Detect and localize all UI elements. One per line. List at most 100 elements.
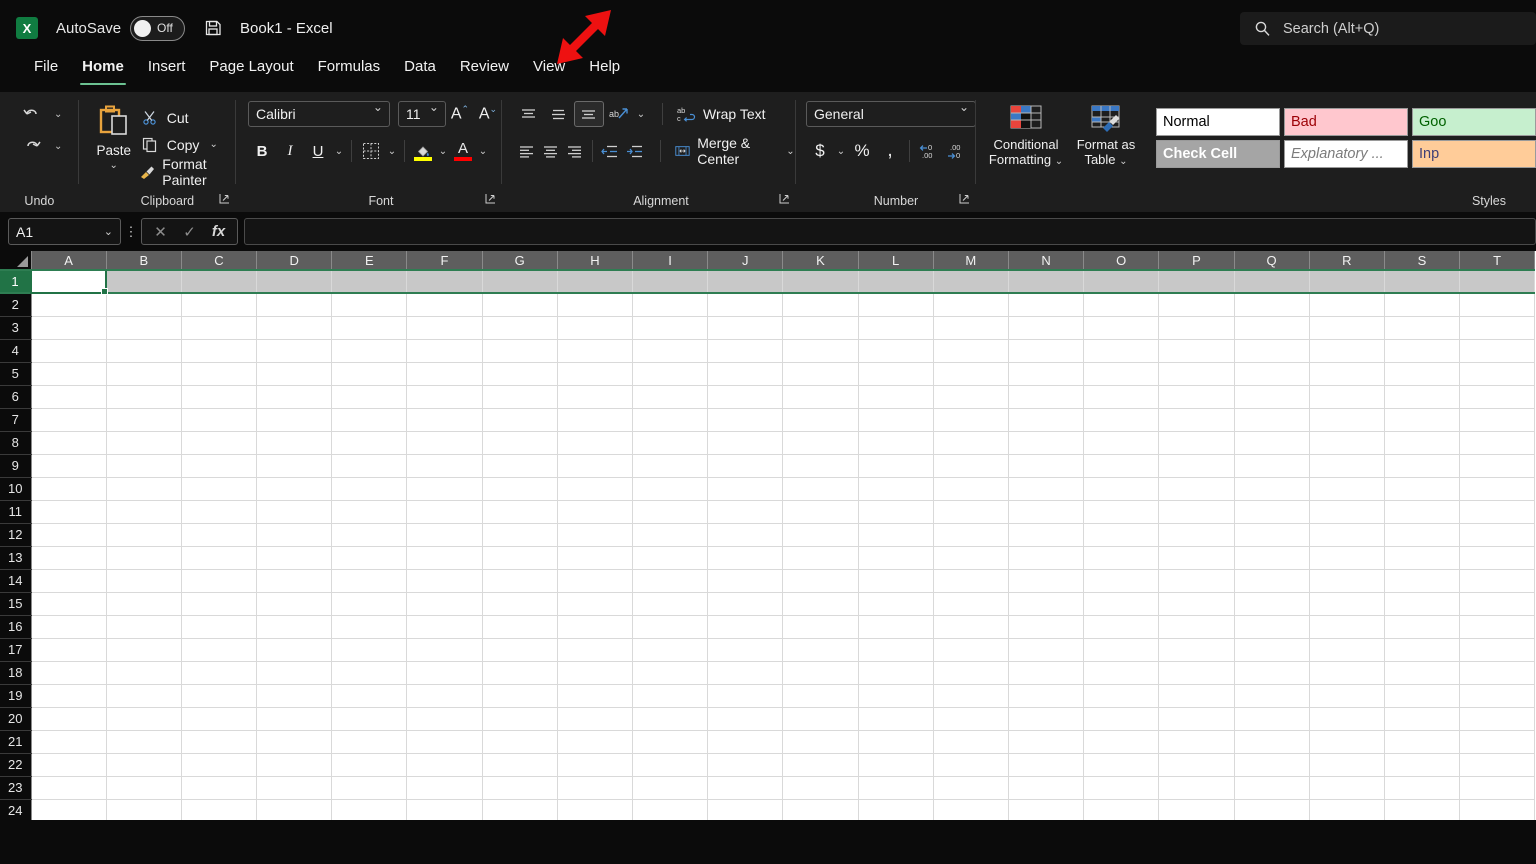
cell-s9[interactable] [1384,454,1459,477]
cell-q22[interactable] [1234,753,1309,776]
cell-t12[interactable] [1460,523,1535,546]
cell-n4[interactable] [1008,339,1083,362]
cell-e17[interactable] [332,638,407,661]
row-header-16[interactable]: 16 [0,615,31,638]
cell-f23[interactable] [407,776,482,799]
cell-r3[interactable] [1309,316,1384,339]
cell-l7[interactable] [858,408,933,431]
chevron-down-icon[interactable]: ⌄ [1119,156,1127,167]
cell-d24[interactable] [257,799,332,820]
cell-l3[interactable] [858,316,933,339]
cell-r9[interactable] [1309,454,1384,477]
chevron-down-icon[interactable]: ⌄ [54,109,62,120]
cell-c9[interactable] [181,454,256,477]
cell-b21[interactable] [106,730,181,753]
column-header-d[interactable]: D [257,251,332,270]
tab-help[interactable]: Help [577,56,632,84]
cell-o21[interactable] [1084,730,1159,753]
cell-f18[interactable] [407,661,482,684]
percent-style-button[interactable]: % [848,138,876,164]
comma-style-button[interactable]: , [876,138,904,164]
tab-home[interactable]: Home [70,56,136,84]
cell-c15[interactable] [181,592,256,615]
cell-e3[interactable] [332,316,407,339]
column-header-m[interactable]: M [933,251,1008,270]
cell-r19[interactable] [1309,684,1384,707]
decrease-indent-button[interactable] [598,138,622,164]
cell-d4[interactable] [257,339,332,362]
cell-d1[interactable] [257,270,332,293]
row-header-3[interactable]: 3 [0,316,31,339]
cell-l5[interactable] [858,362,933,385]
cell-a20[interactable] [31,707,106,730]
cell-s8[interactable] [1384,431,1459,454]
align-middle-button[interactable] [544,101,574,127]
cell-q3[interactable] [1234,316,1309,339]
cell-style-good[interactable]: Goo [1412,108,1536,136]
cell-k22[interactable] [783,753,858,776]
cell-d21[interactable] [257,730,332,753]
cell-b19[interactable] [106,684,181,707]
row-header-14[interactable]: 14 [0,569,31,592]
cell-b12[interactable] [106,523,181,546]
number-dialog-launcher[interactable] [959,193,970,207]
cell-q21[interactable] [1234,730,1309,753]
cell-t22[interactable] [1460,753,1535,776]
cell-r6[interactable] [1309,385,1384,408]
cell-e16[interactable] [332,615,407,638]
cell-k2[interactable] [783,293,858,316]
cell-c19[interactable] [181,684,256,707]
cell-j10[interactable] [708,477,783,500]
cell-d15[interactable] [257,592,332,615]
cell-n21[interactable] [1008,730,1083,753]
cell-g21[interactable] [482,730,557,753]
cell-e5[interactable] [332,362,407,385]
cell-a17[interactable] [31,638,106,661]
cell-d14[interactable] [257,569,332,592]
cell-a8[interactable] [31,431,106,454]
cell-j14[interactable] [708,569,783,592]
cell-i2[interactable] [633,293,708,316]
align-bottom-button[interactable] [574,101,604,127]
chevron-down-icon[interactable]: ⌄ [104,225,113,238]
insert-function-icon[interactable]: fx [204,223,233,240]
cell-k23[interactable] [783,776,858,799]
format-painter-button[interactable]: Format Painter [139,158,236,185]
cell-o10[interactable] [1084,477,1159,500]
row-header-13[interactable]: 13 [0,546,31,569]
cell-h16[interactable] [557,615,632,638]
align-top-button[interactable] [514,101,544,127]
cell-j12[interactable] [708,523,783,546]
cell-f5[interactable] [407,362,482,385]
cell-k6[interactable] [783,385,858,408]
cell-h15[interactable] [557,592,632,615]
cell-p24[interactable] [1159,799,1234,820]
cell-b22[interactable] [106,753,181,776]
cell-g16[interactable] [482,615,557,638]
cell-styles-gallery[interactable]: Normal Bad Goo Check Cell Explanatory ..… [1156,102,1536,168]
column-header-s[interactable]: S [1384,251,1459,270]
name-box[interactable]: A1 ⌄ [8,218,121,245]
cell-i3[interactable] [633,316,708,339]
cell-h1[interactable] [557,270,632,293]
cell-h7[interactable] [557,408,632,431]
cell-l15[interactable] [858,592,933,615]
cell-e19[interactable] [332,684,407,707]
cell-a15[interactable] [31,592,106,615]
cell-c6[interactable] [181,385,256,408]
chevron-down-icon[interactable]: ⌄ [332,146,346,157]
cell-a5[interactable] [31,362,106,385]
cell-g2[interactable] [482,293,557,316]
text-orientation-button[interactable]: ab [604,101,634,127]
cell-l21[interactable] [858,730,933,753]
cell-e20[interactable] [332,707,407,730]
cell-k3[interactable] [783,316,858,339]
column-header-p[interactable]: P [1159,251,1234,270]
column-header-g[interactable]: G [482,251,557,270]
cell-i17[interactable] [633,638,708,661]
cell-e11[interactable] [332,500,407,523]
cell-c1[interactable] [181,270,256,293]
cell-p11[interactable] [1159,500,1234,523]
cell-g11[interactable] [482,500,557,523]
cell-p10[interactable] [1159,477,1234,500]
